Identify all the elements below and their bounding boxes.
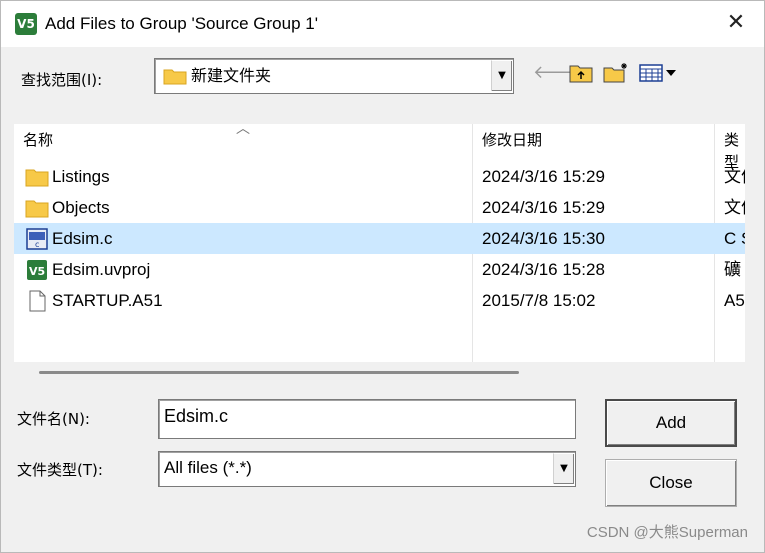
view-menu-icon[interactable] — [637, 59, 681, 87]
look-in-label: 查找范围(I): — [21, 71, 103, 89]
file-type: 礦 — [724, 260, 741, 279]
file-name: Objects — [52, 198, 110, 217]
column-header-name[interactable]: 名称 — [23, 130, 53, 152]
horizontal-scrollbar[interactable] — [39, 371, 519, 374]
table-row[interactable]: Objects 2024/3/16 15:29 文件 — [14, 192, 745, 223]
table-row[interactable]: V5 Edsim.uvproj 2024/3/16 15:28 礦 — [14, 254, 745, 285]
file-type-label: 文件类型(T): — [17, 461, 103, 479]
file-type-combo[interactable]: All files (*.*) ▼ — [158, 451, 576, 487]
file-list[interactable]: ︿ 名称 修改日期 类型 Listings 2024/3/16 15:29 文件… — [14, 124, 745, 362]
chevron-down-icon[interactable]: ▼ — [553, 453, 574, 484]
svg-text:c: c — [35, 240, 39, 249]
look-in-value: 新建文件夹 — [191, 66, 272, 85]
add-files-dialog: V5 Add Files to Group 'Source Group 1' ✕… — [0, 0, 765, 553]
folder-icon — [25, 200, 49, 218]
new-folder-icon[interactable] — [602, 59, 630, 87]
back-arrow-icon[interactable]: 🡐 — [533, 59, 581, 87]
up-folder-icon[interactable] — [567, 59, 595, 87]
file-type: 文件 — [724, 198, 745, 217]
title-bar: V5 Add Files to Group 'Source Group 1' ✕ — [1, 1, 764, 47]
folder-icon — [163, 69, 187, 85]
look-in-combo[interactable]: 新建文件夹 ▼ — [154, 58, 514, 94]
file-name: STARTUP.A51 — [52, 291, 163, 310]
table-row[interactable]: Listings 2024/3/16 15:29 文件 — [14, 161, 745, 192]
file-name-field[interactable] — [158, 399, 576, 439]
c-source-file-icon: c — [26, 228, 48, 250]
close-icon[interactable]: ✕ — [722, 9, 750, 37]
column-header-date[interactable]: 修改日期 — [482, 130, 542, 152]
table-row[interactable]: c Edsim.c 2024/3/16 15:30 C S — [14, 223, 745, 254]
file-name-input[interactable] — [164, 406, 564, 427]
folder-icon — [25, 169, 49, 187]
file-date: 2024/3/16 15:29 — [482, 167, 605, 186]
file-name-label: 文件名(N): — [17, 410, 90, 428]
blank-file-icon — [29, 290, 46, 312]
keil-app-icon: V5 — [15, 13, 37, 35]
watermark: CSDN @大熊Superman — [586, 524, 748, 541]
file-type: 文件 — [724, 167, 745, 186]
add-button[interactable]: Add — [605, 399, 737, 447]
file-date: 2024/3/16 15:30 — [482, 229, 605, 248]
file-name: Listings — [52, 167, 110, 186]
file-name: Edsim.uvproj — [52, 260, 151, 279]
file-name: Edsim.c — [52, 229, 113, 248]
sort-ascending-icon: ︿ — [236, 124, 250, 137]
file-date: 2015/7/8 15:02 — [482, 291, 596, 310]
svg-text:V5: V5 — [29, 265, 45, 278]
uvision-project-icon: V5 — [27, 260, 47, 280]
file-type: A5 — [724, 291, 745, 310]
file-type-value: All files (*.*) — [164, 458, 252, 477]
file-date: 2024/3/16 15:29 — [482, 198, 605, 217]
table-row[interactable]: STARTUP.A51 2015/7/8 15:02 A5 — [14, 285, 745, 316]
file-date: 2024/3/16 15:28 — [482, 260, 605, 279]
close-button[interactable]: Close — [605, 459, 737, 507]
chevron-down-icon[interactable]: ▼ — [491, 60, 512, 91]
dialog-title: Add Files to Group 'Source Group 1' — [45, 14, 318, 33]
file-type: C S — [724, 229, 745, 248]
